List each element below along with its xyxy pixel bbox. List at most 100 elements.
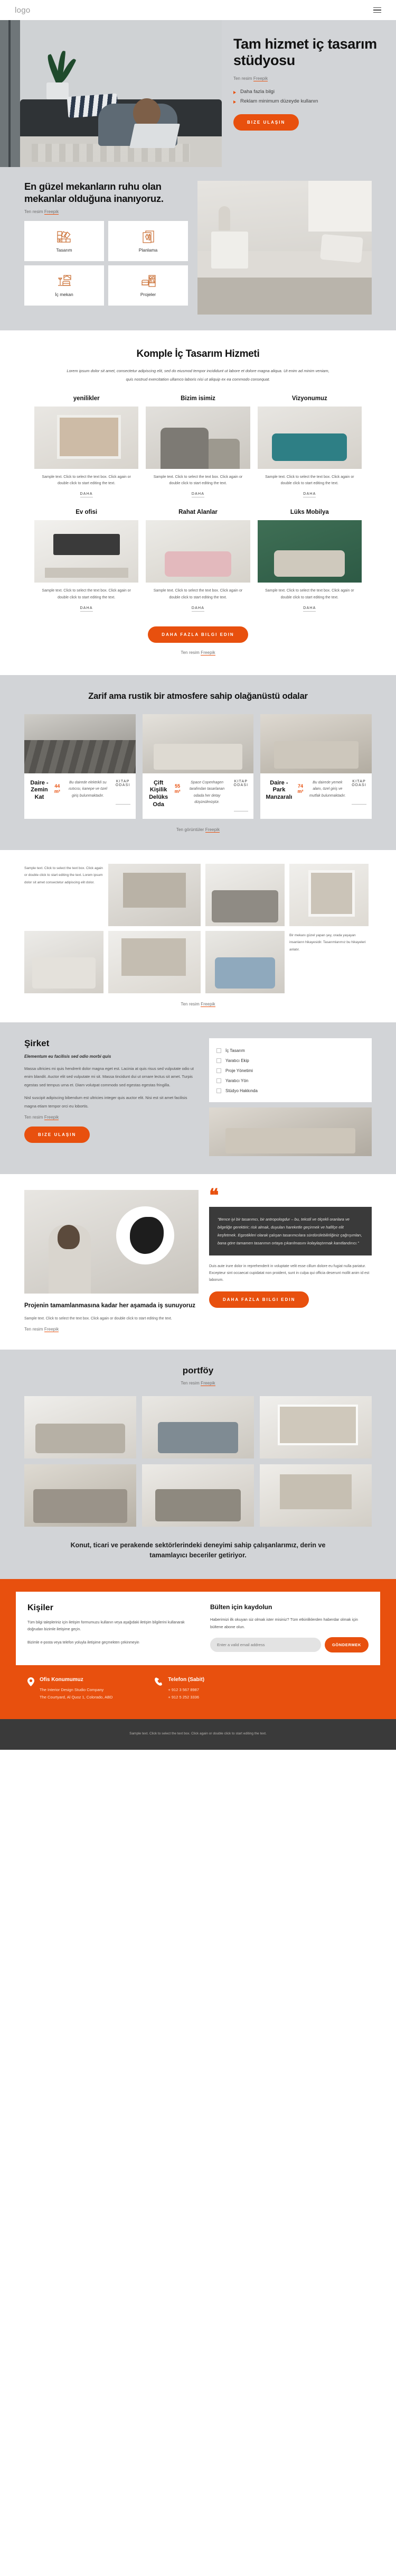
quote-image	[24, 1190, 199, 1294]
service-card-ev-ofisi[interactable]: Ev ofisi Sample text. Click to select th…	[34, 509, 139, 612]
room-card-image	[142, 714, 254, 773]
phone-icon	[155, 1677, 163, 1701]
mosaic-image-2	[289, 864, 369, 927]
portfolio-image-2[interactable]	[260, 1396, 372, 1458]
tile-label-ic-mekan: İç mekan	[55, 291, 73, 297]
checklist-item-1[interactable]: Yaratıcı Ekip	[216, 1056, 364, 1066]
believe-title: En güzel mekanların ruhu olan mekanlar o…	[24, 181, 164, 204]
checklist-item-3[interactable]: Yaratıcı Yön	[216, 1076, 364, 1086]
hamburger-icon[interactable]	[373, 7, 381, 13]
map-pin-icon	[27, 1677, 34, 1701]
room-card-link[interactable]: KITAP ODASI	[233, 780, 249, 812]
service-card-luks-mobilya[interactable]: Lüks Mobilya Sample text. Click to selec…	[257, 509, 362, 612]
service-card-yenilikler[interactable]: yenilikler Sample text. Click to select …	[34, 395, 139, 498]
armchair-shelf-icon	[140, 274, 156, 288]
mosaic-credit-link[interactable]: Freepik	[201, 1002, 215, 1008]
checklist-item-4[interactable]: Stüdyo Hakkında	[216, 1086, 364, 1096]
portfolio-image-3[interactable]	[24, 1464, 136, 1527]
quote-mark-icon: ❝	[209, 1186, 219, 1206]
checklist-item-0[interactable]: İç Tasarım	[216, 1046, 364, 1056]
tile-planlama[interactable]: Planlama	[108, 221, 188, 262]
checkbox-icon[interactable]	[216, 1058, 221, 1064]
believe-image	[197, 181, 372, 315]
portfolio-image-4[interactable]	[142, 1464, 254, 1527]
checkbox-icon[interactable]	[216, 1068, 221, 1074]
hero-cta-button[interactable]: BIZE ULAŞIN	[233, 114, 299, 131]
tile-projeler[interactable]: Projeler	[108, 265, 188, 306]
service-card-image	[34, 406, 139, 469]
checklist-label: Proje Yönetimi	[225, 1068, 253, 1074]
feature-tiles: Tasarım Planlama İç mekan Projeler	[24, 221, 188, 306]
room-card-zemin-kat[interactable]: Daire - Zemin Kat 44 m² Bu dairede elekt…	[24, 714, 136, 819]
room-card-link[interactable]: KITAP ODASI	[115, 780, 130, 805]
portfolio-image-1[interactable]	[142, 1396, 254, 1458]
service-card-link[interactable]: DAHA	[80, 606, 93, 612]
believe-credit-link[interactable]: Freepik	[44, 209, 59, 215]
portfolio-image-5[interactable]	[260, 1464, 372, 1527]
service-card-link[interactable]: DAHA	[303, 492, 316, 498]
newsletter-text: Haberimizi ilk okuyan siz olmak ister mi…	[210, 1617, 358, 1629]
service-card-vizyonumuz[interactable]: Vizyonumuz Sample text. Click to select …	[257, 395, 362, 498]
room-card-desc: Bu dairede yemek alanı, özel giriş ve mu…	[309, 780, 346, 798]
office-line-2: The Courtyard, Al Quoz 1, Colorado, ABD	[40, 1695, 113, 1700]
rooms-credit-link[interactable]: Freepik	[205, 827, 220, 833]
mosaic-grid: Sample text. Click to select the text bo…	[16, 864, 380, 994]
room-card-park-manzarali[interactable]: Daire - Park Manzaralı 74 m² Bu dairede …	[260, 714, 372, 819]
room-card-link[interactable]: KITAP ODASI	[352, 780, 366, 805]
checkbox-icon[interactable]	[216, 1048, 221, 1054]
tile-label-tasarim: Tasarım	[56, 247, 72, 253]
believe-credit: Ten resim Freepik	[24, 209, 59, 215]
service-card-title: Bizim isimiz	[181, 395, 215, 402]
services-lead: Lorem ipsum dolor sit amet, consectetur …	[67, 368, 329, 382]
room-card-deluks-oda[interactable]: Çift Kişilik Delüks Oda 55 m² Space Cope…	[142, 714, 254, 819]
checkbox-icon[interactable]	[216, 1078, 221, 1084]
drafting-tools-icon	[141, 230, 156, 244]
logo[interactable]: logo	[15, 6, 31, 15]
checklist-item-2[interactable]: Proje Yönetimi	[216, 1066, 364, 1076]
company-cta-button[interactable]: BIZE ULAŞIN	[24, 1126, 90, 1143]
checkbox-icon[interactable]	[216, 1088, 221, 1094]
portfolio-credit-link[interactable]: Freepik	[201, 1380, 215, 1386]
mosaic-image-4	[108, 931, 201, 994]
quote-credit-link[interactable]: Freepik	[44, 1326, 59, 1332]
service-card-title: Lüks Mobilya	[290, 509, 329, 516]
portfolio-section: portföy Ten resim Freepik Konut, ticari …	[0, 1349, 396, 1579]
room-card-desc: Bu dairede elektrikli su ısıtıcısı, kane…	[68, 780, 107, 798]
tile-tasarim[interactable]: Tasarım	[24, 221, 104, 262]
service-card-rahat-alanlar[interactable]: Rahat Alanlar Sample text. Click to sele…	[146, 509, 250, 612]
service-card-link[interactable]: DAHA	[191, 492, 205, 498]
services-cta-button[interactable]: DAHA FAZLA BILGI EDIN	[148, 626, 248, 643]
tile-ic-mekan[interactable]: İç mekan	[24, 265, 104, 306]
phone-line-2: + 912 5 252 3336	[168, 1695, 200, 1700]
services-credit-link[interactable]: Freepik	[201, 650, 215, 656]
room-card-title: Çift Kişilik Delüks Oda	[149, 779, 168, 808]
services-grid-row-2: Ev ofisi Sample text. Click to select th…	[29, 509, 367, 612]
company-credit-link[interactable]: Freepik	[44, 1114, 59, 1120]
contact-info-row: Ofis Konumumuz The Interior Design Studi…	[16, 1665, 380, 1719]
hero-image	[0, 20, 222, 167]
believe-section: En güzel mekanların ruhu olan mekanlar o…	[0, 167, 396, 330]
office-line-1: The Interior Design Studio Company	[40, 1687, 104, 1693]
service-card-image	[146, 520, 250, 583]
hero-credit-link[interactable]: Freepik	[253, 76, 268, 81]
newsletter-submit-button[interactable]: GÖNDERMEK	[325, 1637, 369, 1653]
company-paragraph-1: Massa ultricies mi quis hendrerit dolor …	[24, 1066, 194, 1087]
service-card-link[interactable]: DAHA	[191, 606, 205, 612]
portfolio-image-0[interactable]	[24, 1396, 136, 1458]
service-card-title: Vizyonumuz	[291, 395, 327, 402]
interior-lamp-sofa-icon	[56, 274, 72, 288]
mosaic-section: Sample text. Click to select the text bo…	[0, 850, 396, 1023]
service-card-bizim-isimiz[interactable]: Bizim isimiz Sample text. Click to selec…	[146, 395, 250, 498]
email-input[interactable]	[210, 1638, 321, 1652]
quote-section: Projenin tamamlanmasına kadar her aşamad…	[0, 1174, 396, 1350]
mosaic-image-1	[205, 864, 285, 927]
hero-bullet-list: Daha fazla bilgi Reklam minimum düzeyde …	[233, 87, 380, 107]
contact-paragraph-1: Tüm bilgi talepleriniz için iletişim for…	[27, 1620, 185, 1632]
service-card-link[interactable]: DAHA	[80, 492, 93, 498]
footer-text: Sample text. Click to select the text bo…	[129, 1731, 267, 1735]
rooms-credit: Ten görüntüler Freepik	[176, 827, 220, 833]
service-card-link[interactable]: DAHA	[303, 606, 316, 612]
contact-card: Kişiler Tüm bilgi talepleriniz için ilet…	[16, 1591, 380, 1666]
quote-cta-button[interactable]: DAHA FAZLA BILGI EDIN	[209, 1291, 309, 1308]
contact-section: Kişiler Tüm bilgi talepleriniz için ilet…	[0, 1578, 396, 1719]
